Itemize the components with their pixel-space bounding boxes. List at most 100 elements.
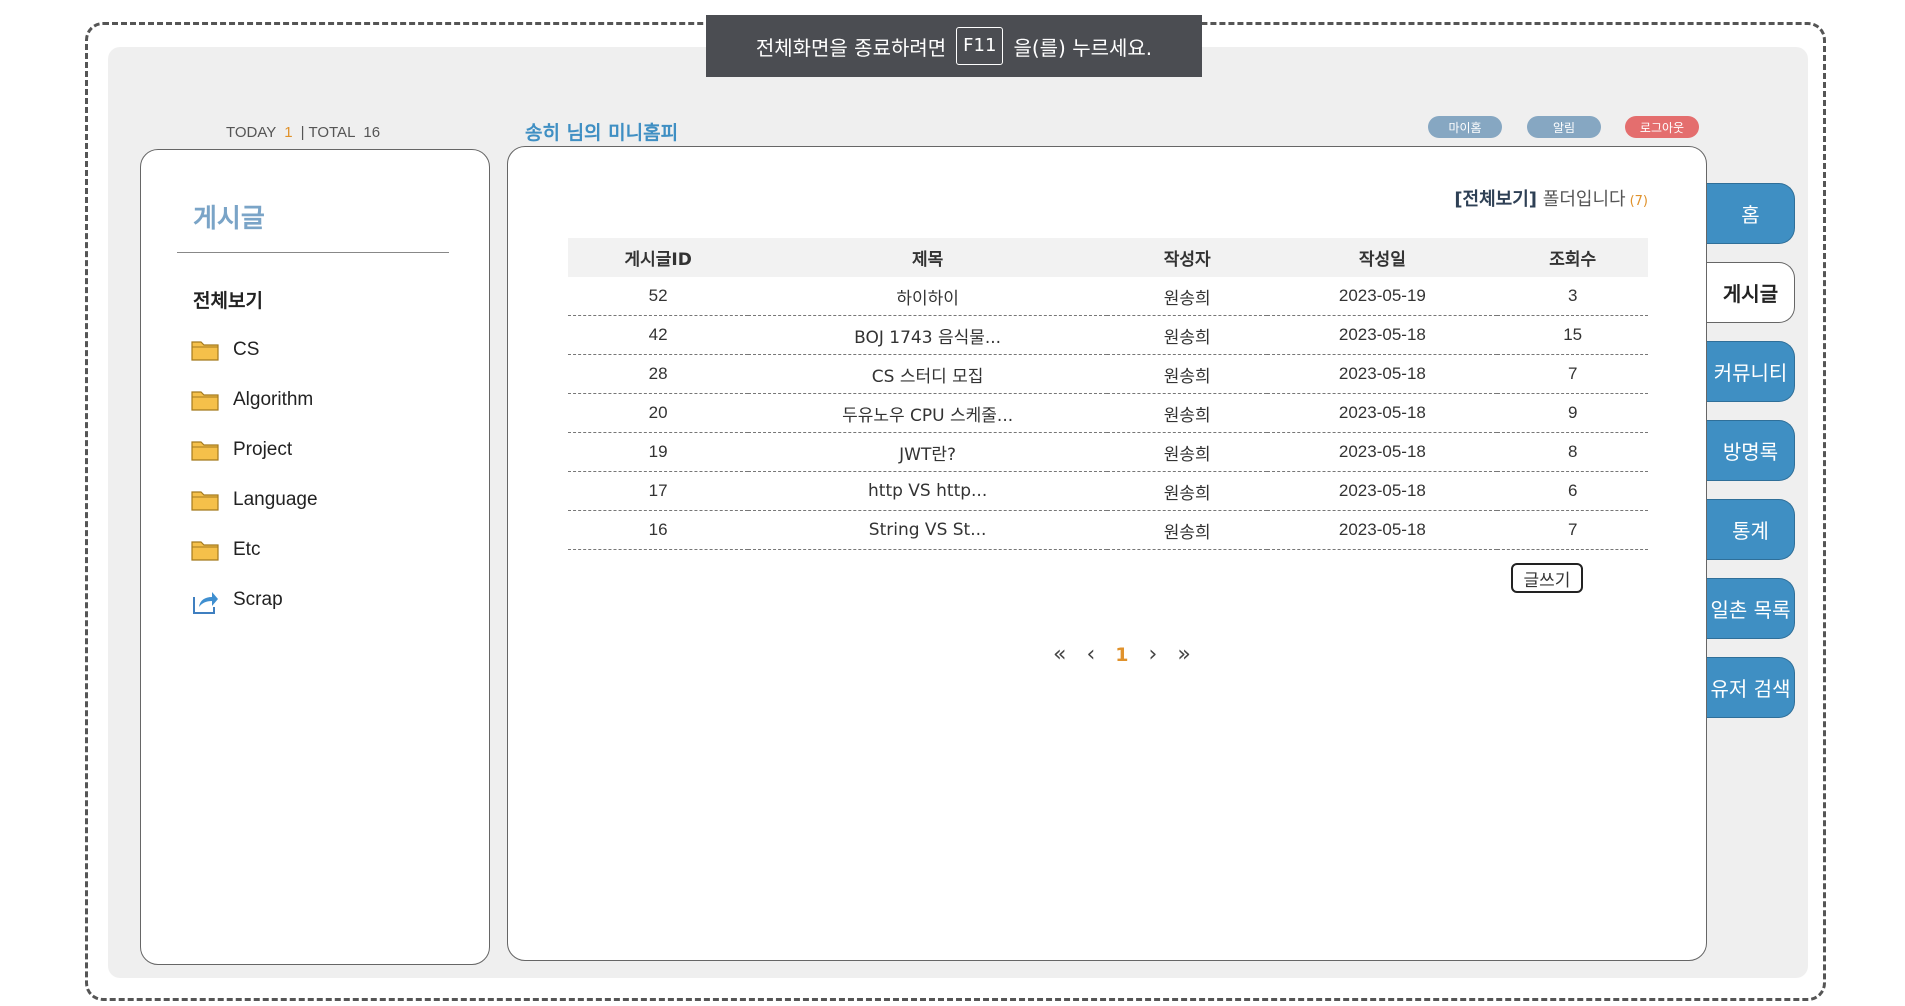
table-row[interactable]: 17 http VS http... 원송희 2023-05-18 6 [568, 471, 1648, 511]
folder-icon [191, 389, 219, 411]
folder-sidebar: 게시글 전체보기 CS Algorithm Project Language E… [140, 149, 490, 965]
tab-community[interactable]: 커뮤니티 [1707, 341, 1795, 402]
post-id: 52 [568, 277, 749, 316]
post-author: 원송희 [1106, 354, 1268, 394]
post-title[interactable]: CS 스터디 모집 [748, 354, 1107, 394]
post-date: 2023-05-18 [1267, 432, 1498, 472]
post-author: 원송희 [1106, 315, 1268, 355]
sidebar-folder-etc[interactable]: Etc [191, 539, 260, 561]
post-date: 2023-05-18 [1267, 471, 1498, 511]
post-table: 게시글ID 제목 작성자 작성일 조회수 52 하이하이 원송희 2023-05… [568, 238, 1648, 550]
write-post-button[interactable]: 글쓰기 [1511, 563, 1583, 593]
tab-home[interactable]: 홈 [1707, 183, 1795, 244]
post-title[interactable]: http VS http... [748, 471, 1107, 511]
folder-note-text: 폴더입니다 [1542, 189, 1626, 210]
post-id: 19 [568, 432, 749, 472]
folder-icon [191, 539, 219, 561]
post-id: 17 [568, 471, 749, 511]
counter-separator: | [300, 124, 305, 141]
fullscreen-notice-after: 을(를) 누르세요. [1013, 35, 1153, 60]
logout-button[interactable]: 로그아웃 [1625, 116, 1699, 138]
folder-icon [191, 439, 219, 461]
column-header-date: 작성일 [1267, 238, 1498, 277]
fullscreen-notice-before: 전체화면을 종료하려면 [755, 35, 947, 60]
post-views: 9 [1497, 393, 1648, 433]
sidebar-title: 게시글 [193, 204, 265, 234]
post-date: 2023-05-18 [1267, 354, 1498, 394]
table-header-row: 게시글ID 제목 작성자 작성일 조회수 [568, 238, 1648, 277]
last-page-icon[interactable]: » [1177, 642, 1190, 667]
tab-stats[interactable]: 통계 [1707, 499, 1795, 560]
alarm-button[interactable]: 알림 [1527, 116, 1601, 138]
post-date: 2023-05-19 [1267, 277, 1498, 316]
post-views: 6 [1497, 471, 1648, 511]
post-author: 원송희 [1106, 510, 1268, 550]
sidebar-folder-project[interactable]: Project [191, 439, 292, 461]
today-value: 1 [284, 124, 293, 141]
post-list-panel: [전체보기] 폴더입니다 (7) 게시글ID 제목 작성자 작성일 조회수 52 … [507, 146, 1707, 961]
tab-ilchon-list[interactable]: 일촌 목록 [1707, 578, 1795, 639]
post-date: 2023-05-18 [1267, 510, 1498, 550]
tab-user-search[interactable]: 유저 검색 [1707, 657, 1795, 718]
table-row[interactable]: 52 하이하이 원송희 2023-05-19 3 [568, 277, 1648, 316]
table-row[interactable]: 16 String VS St... 원송희 2023-05-18 7 [568, 510, 1648, 550]
first-page-icon[interactable]: « [1053, 642, 1066, 667]
table-row[interactable]: 28 CS 스터디 모집 원송희 2023-05-18 7 [568, 354, 1648, 394]
post-author: 원송희 [1106, 471, 1268, 511]
page-number-current[interactable]: 1 [1115, 644, 1128, 666]
sidebar-folder-scrap[interactable]: Scrap [191, 589, 283, 614]
post-date: 2023-05-18 [1267, 315, 1498, 355]
folder-label: Language [233, 489, 318, 510]
sidebar-folder-algorithm[interactable]: Algorithm [191, 389, 313, 411]
folder-icon [191, 339, 219, 361]
folder-label: Etc [233, 539, 261, 560]
prev-page-icon[interactable]: ‹ [1086, 642, 1095, 667]
column-header-id: 게시글ID [568, 238, 749, 277]
homepage-title: 송히 님의 미니홈피 [525, 122, 679, 144]
fullscreen-notice: 전체화면을 종료하려면 F11 을(를) 누르세요. [706, 15, 1202, 77]
post-title[interactable]: String VS St... [748, 510, 1107, 550]
post-views: 15 [1497, 315, 1648, 355]
folder-label: CS [233, 339, 260, 360]
folder-label: Algorithm [233, 389, 314, 410]
post-author: 원송희 [1106, 277, 1268, 316]
tab-guestbook[interactable]: 방명록 [1707, 420, 1795, 481]
post-views: 7 [1497, 354, 1648, 394]
column-header-views: 조회수 [1497, 238, 1648, 277]
post-title[interactable]: 하이하이 [748, 277, 1107, 316]
next-page-icon[interactable]: › [1149, 642, 1158, 667]
folder-note: [전체보기] 폴더입니다 (7) [1454, 185, 1648, 211]
post-title[interactable]: JWT란? [748, 432, 1107, 472]
post-id: 28 [568, 354, 749, 394]
myhome-button[interactable]: 마이홈 [1428, 116, 1502, 138]
today-label: TODAY [226, 124, 277, 141]
post-title[interactable]: 두유노우 CPU 스케줄... [748, 393, 1107, 433]
post-id: 16 [568, 510, 749, 550]
total-value: 16 [363, 124, 381, 141]
post-id: 42 [568, 315, 749, 355]
post-views: 8 [1497, 432, 1648, 472]
folder-label: Scrap [233, 589, 283, 610]
share-icon [191, 589, 219, 614]
table-row[interactable]: 19 JWT란? 원송희 2023-05-18 8 [568, 432, 1648, 472]
visit-counter: TODAY 1 | TOTAL 16 [226, 124, 380, 141]
post-views: 3 [1497, 277, 1648, 316]
sidebar-divider [177, 252, 449, 253]
folder-note-count: (7) [1629, 194, 1648, 209]
post-date: 2023-05-18 [1267, 393, 1498, 433]
sidebar-folder-cs[interactable]: CS [191, 339, 259, 361]
sidebar-item-all[interactable]: 전체보기 [193, 286, 263, 313]
folder-note-name: [전체보기] [1454, 189, 1538, 210]
folder-icon [191, 489, 219, 511]
table-row[interactable]: 42 BOJ 1743 음식물... 원송희 2023-05-18 15 [568, 315, 1648, 355]
total-label: TOTAL [308, 124, 356, 141]
table-row[interactable]: 20 두유노우 CPU 스케줄... 원송희 2023-05-18 9 [568, 393, 1648, 433]
post-views: 7 [1497, 510, 1648, 550]
sidebar-folder-language[interactable]: Language [191, 489, 318, 511]
post-author: 원송희 [1106, 393, 1268, 433]
post-author: 원송희 [1106, 432, 1268, 472]
post-title[interactable]: BOJ 1743 음식물... [748, 315, 1107, 355]
f11-key: F11 [956, 27, 1004, 65]
tab-posts[interactable]: 게시글 [1707, 262, 1795, 323]
pagination: « ‹ 1 › » [1053, 642, 1191, 667]
